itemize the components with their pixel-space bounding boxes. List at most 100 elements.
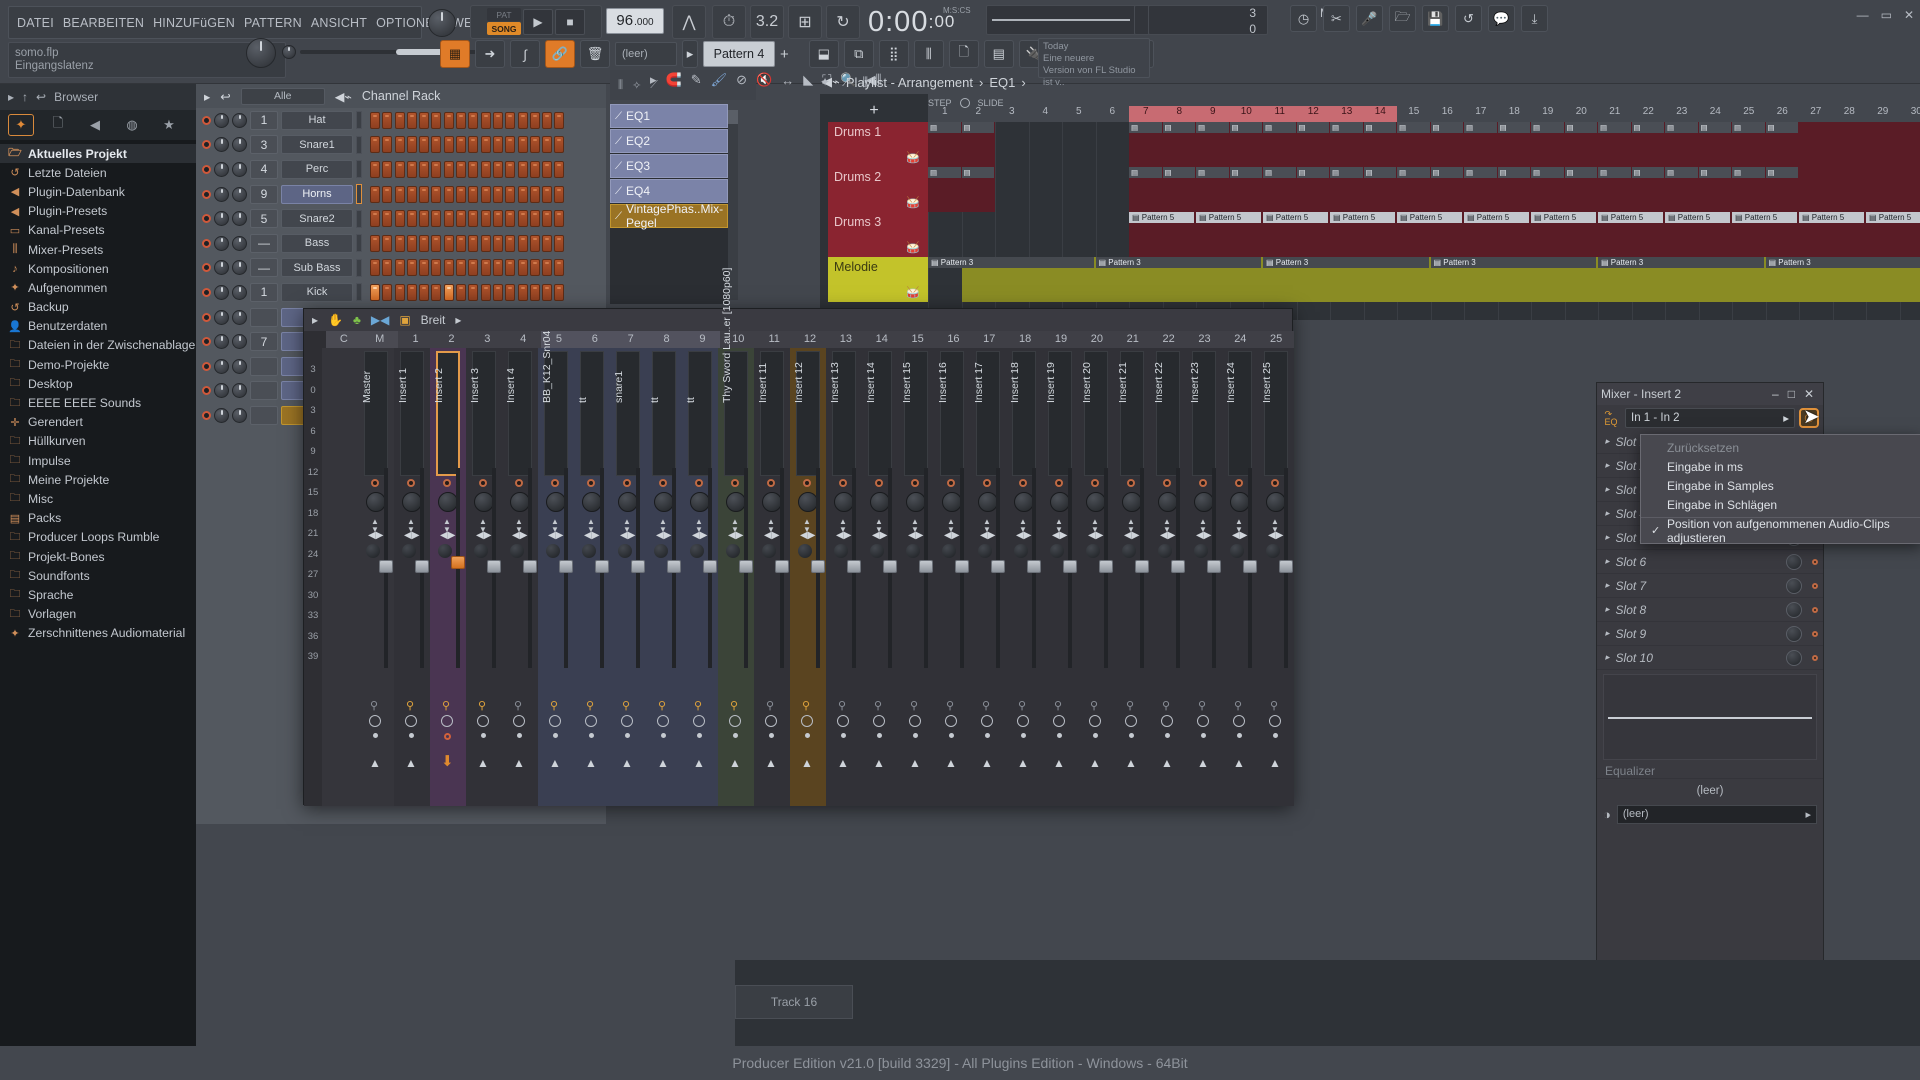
mixer-record-led[interactable]: [803, 479, 811, 487]
clip-label[interactable]: ▤ Pattern 5: [1732, 212, 1797, 223]
mixer-record-led[interactable]: [515, 479, 523, 487]
step-button[interactable]: [382, 210, 393, 228]
step-button[interactable]: [542, 210, 553, 228]
slip-icon[interactable]: ↔: [781, 73, 794, 88]
microphone-icon[interactable]: ⚲: [982, 699, 990, 712]
insert-slot-led[interactable]: [1812, 654, 1818, 661]
step-button[interactable]: [382, 160, 393, 178]
mixer-stereo-knob[interactable]: [870, 544, 884, 558]
mixer-stereo-knob[interactable]: [1086, 544, 1100, 558]
step-sequencer-row[interactable]: [370, 136, 565, 154]
step-button[interactable]: [456, 210, 467, 228]
mixer-record-led[interactable]: [1199, 479, 1207, 487]
mixer-route-arrow-up[interactable]: ▲: [1161, 756, 1173, 770]
clip-label[interactable]: ▤: [1765, 122, 1798, 133]
clip-label[interactable]: ▤: [1464, 122, 1497, 133]
step-button[interactable]: [419, 136, 430, 154]
browser-item-aufgenommen[interactable]: ✦ Aufgenommen: [0, 278, 196, 297]
browser-item-mixer-presets[interactable]: ⫼ Mixer-Presets: [0, 240, 196, 259]
browser-item-gerendert[interactable]: ✛ Gerendert: [0, 413, 196, 432]
mixer-strip-name[interactable]: Insert 19: [1045, 283, 1057, 403]
mute-tool-icon[interactable]: ⊘: [736, 72, 747, 88]
channel-name-button[interactable]: Horns: [281, 184, 353, 204]
mixer-fader-handle[interactable]: [595, 560, 609, 573]
clip-label[interactable]: ▤: [1631, 122, 1664, 133]
mixer-solo-dot[interactable]: [805, 733, 810, 738]
mixer-solo-dot[interactable]: [589, 733, 594, 738]
mixer-track-number[interactable]: C: [325, 331, 362, 348]
clip-label[interactable]: ▤: [1732, 167, 1765, 178]
channel-mute-led[interactable]: [202, 140, 211, 150]
undo-icon[interactable]: ↺: [1455, 5, 1482, 32]
clip-label[interactable]: ▤: [1397, 122, 1430, 133]
mixer-strip-23[interactable]: Insert 23 ▲ ▼ ◀▶ ⚲ ▲: [1186, 348, 1222, 806]
clip-label[interactable]: ▤: [1698, 122, 1731, 133]
mixer-strip-14[interactable]: Insert 14 ▲ ▼ ◀▶ ⚲ ▲: [862, 348, 898, 806]
chat-icon[interactable]: 💬: [1488, 5, 1515, 32]
microphone-icon[interactable]: ⚲: [730, 699, 738, 712]
channel-rack-icon[interactable]: ⣿: [878, 40, 909, 68]
step-button[interactable]: [419, 185, 430, 203]
insert-slot-slot-9[interactable]: ▸ Slot 9: [1597, 622, 1823, 646]
channel-pan-knob[interactable]: [214, 137, 229, 153]
clip-label[interactable]: ▤: [1564, 122, 1597, 133]
step-button[interactable]: [554, 259, 565, 277]
pan-arrows-icon[interactable]: ◀▶: [548, 530, 563, 541]
shortcut-icon[interactable]: ✂: [1323, 5, 1350, 32]
clock-icon[interactable]: [621, 715, 633, 727]
menu-bearbeiten[interactable]: BEARBEITEN: [63, 16, 144, 30]
step-button[interactable]: [529, 210, 540, 228]
tempo-field[interactable]: 96 .000: [606, 8, 664, 34]
step-button[interactable]: [529, 234, 540, 252]
microphone-icon[interactable]: ⚲: [370, 699, 378, 712]
menu-pattern[interactable]: PATTERN: [244, 16, 302, 30]
step-button[interactable]: [468, 210, 479, 228]
clock-icon[interactable]: [585, 715, 597, 727]
clip-label[interactable]: ▤: [1363, 167, 1396, 178]
step-button[interactable]: [517, 283, 528, 301]
channel-mixer-number[interactable]: —: [250, 233, 278, 253]
mixer-strip-name[interactable]: Insert 17: [973, 283, 985, 403]
mixer-record-led[interactable]: [479, 479, 487, 487]
step-button[interactable]: [431, 136, 442, 154]
mixer-stereo-knob[interactable]: [1194, 544, 1208, 558]
step-button[interactable]: [505, 160, 516, 178]
channel-row[interactable]: 9 Horns: [196, 182, 606, 207]
mixer-route-arrow-up[interactable]: ▲: [621, 756, 633, 770]
playlist-track-header[interactable]: Melodie 🥁: [828, 257, 928, 302]
mixer-pan-knob[interactable]: [942, 492, 962, 512]
clip-label[interactable]: ▤ Pattern 5: [1196, 212, 1261, 223]
mixer-fader-handle[interactable]: [559, 560, 573, 573]
mixer-strip-12[interactable]: Insert 12 ▲ ▼ ◀▶ ⚲ ▲: [790, 348, 826, 806]
mixer-route-arrow-up[interactable]: ▲: [369, 756, 381, 770]
browser-item-backup[interactable]: ↺ Backup: [0, 298, 196, 317]
browser-item-letzte-dateien[interactable]: ↺ Letzte Dateien: [0, 163, 196, 182]
clock-icon[interactable]: [1017, 715, 1029, 727]
send-icon[interactable]: ◑: [1603, 807, 1611, 822]
piano-icon[interactable]: ⫼: [862, 75, 868, 90]
mixer-route-arrow-up[interactable]: ▲: [909, 756, 921, 770]
step-button[interactable]: [394, 234, 405, 252]
chevron-right-icon[interactable]: ▸: [1605, 484, 1610, 495]
mixer-strip-9[interactable]: tt ▲ ▼ ◀▶ ⚲ ▲: [682, 348, 718, 806]
mixer-strip-1[interactable]: Insert 1 ▲ ▼ ◀▶ ⚲ ▲: [394, 348, 430, 806]
step-sequencer-row[interactable]: [370, 210, 565, 228]
pitch-knob[interactable]: [246, 38, 276, 68]
step-button[interactable]: [419, 160, 430, 178]
clip-label[interactable]: ▤: [1196, 167, 1229, 178]
preset-selector[interactable]: (leer): [615, 42, 677, 66]
step-button[interactable]: [554, 111, 565, 129]
step-button[interactable]: [529, 136, 540, 154]
step-button[interactable]: [492, 111, 503, 129]
browser-item-desktop[interactable]: 🗀 Desktop: [0, 374, 196, 393]
channel-mixer-number[interactable]: 1: [250, 282, 278, 302]
context-menu-item-eingabe-in-schl-gen[interactable]: Eingabe in Schlägen: [1641, 495, 1920, 514]
clip-label[interactable]: ▤: [1263, 122, 1296, 133]
clock-icon[interactable]: [1089, 715, 1101, 727]
step-button[interactable]: [406, 259, 417, 277]
channel-mute-led[interactable]: [202, 238, 211, 248]
microphone-icon[interactable]: ⚲: [802, 699, 810, 712]
clock-icon[interactable]: [369, 715, 381, 727]
pitch-tool-button[interactable]: ⋀: [672, 5, 706, 39]
mixer-solo-dot[interactable]: [553, 733, 558, 738]
